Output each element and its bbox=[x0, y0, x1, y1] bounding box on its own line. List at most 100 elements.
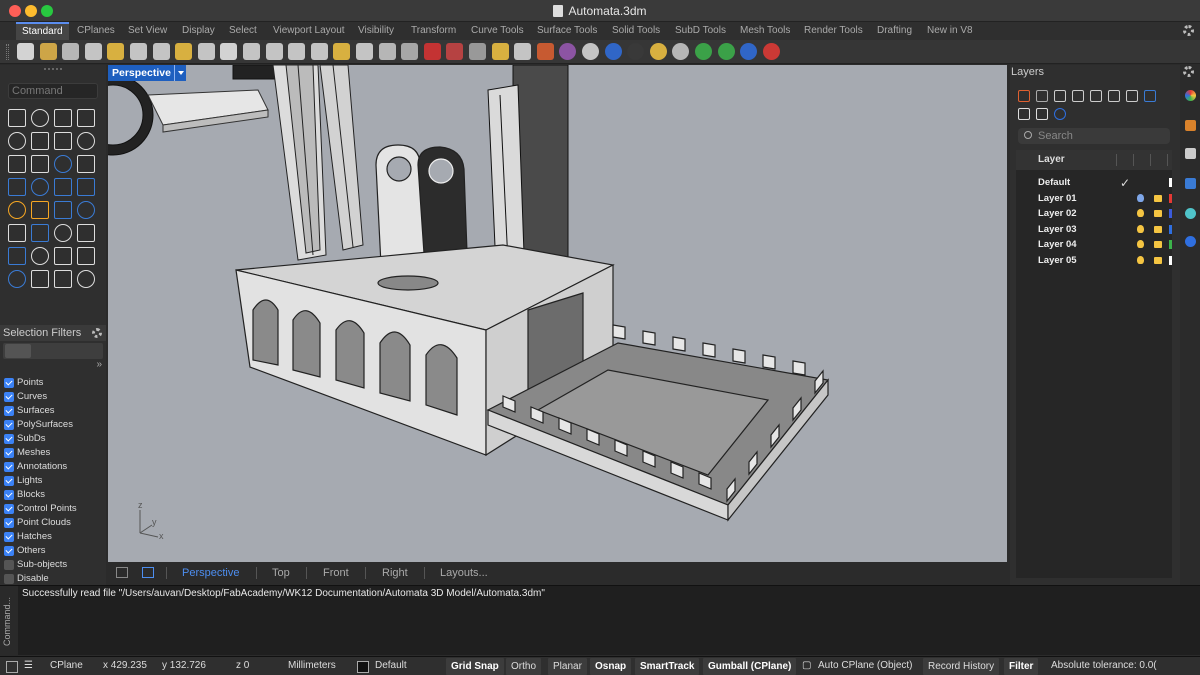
checkbox-subds[interactable] bbox=[4, 434, 14, 444]
sphere-icon[interactable] bbox=[582, 43, 599, 60]
rendered-car-icon[interactable] bbox=[446, 43, 464, 60]
cloud-icon[interactable] bbox=[1185, 208, 1196, 219]
explode-icon[interactable] bbox=[31, 201, 49, 219]
checkbox-lights[interactable] bbox=[4, 476, 14, 486]
checkbox-point-clouds[interactable] bbox=[4, 518, 14, 528]
layer-color-swatch[interactable] bbox=[1169, 178, 1172, 187]
lock-icon[interactable] bbox=[1154, 241, 1162, 248]
filter-button[interactable]: Filter bbox=[1004, 658, 1039, 675]
globe-icon[interactable] bbox=[717, 43, 735, 60]
checkbox-blocks[interactable] bbox=[4, 490, 14, 500]
checkbox-polysurfaces[interactable] bbox=[4, 420, 14, 430]
grid-snap-button[interactable]: Grid Snap bbox=[446, 658, 504, 675]
material-sphere-icon[interactable] bbox=[627, 43, 645, 60]
filter-tab-target-icon[interactable] bbox=[5, 344, 31, 358]
viewport-title[interactable]: Perspective bbox=[108, 65, 175, 81]
tab-layouts[interactable]: Layouts... bbox=[440, 565, 488, 581]
list-icon[interactable]: ☰ bbox=[24, 660, 33, 671]
expand-more-icon[interactable]: » bbox=[96, 359, 102, 370]
lock-icon[interactable] bbox=[1154, 210, 1162, 217]
viewport-menu-chevron-down-icon[interactable] bbox=[174, 65, 186, 81]
dimension-icon[interactable] bbox=[672, 43, 690, 60]
layers-gear-icon[interactable] bbox=[1183, 66, 1194, 77]
box-outline-icon[interactable] bbox=[77, 155, 95, 173]
layer-row-02[interactable]: Layer 02 bbox=[1016, 206, 1172, 221]
cut-icon[interactable] bbox=[130, 43, 147, 60]
toolbar-grip[interactable] bbox=[6, 44, 9, 60]
checkbox-disable[interactable] bbox=[4, 574, 14, 584]
checkbox-sub-objects[interactable] bbox=[4, 560, 14, 570]
arc-icon[interactable] bbox=[54, 132, 72, 150]
display-panel-icon[interactable] bbox=[1185, 178, 1196, 189]
planar-button[interactable]: Planar bbox=[548, 658, 587, 675]
bulb-icon[interactable] bbox=[1137, 240, 1144, 248]
zoom-selected-icon[interactable] bbox=[333, 43, 351, 60]
tab-front[interactable]: Front bbox=[323, 565, 349, 581]
new-sublayer-icon[interactable] bbox=[1036, 90, 1048, 102]
zoom-icon[interactable] bbox=[265, 43, 283, 60]
status-layer[interactable]: Default bbox=[375, 660, 407, 671]
sun-icon[interactable] bbox=[649, 43, 667, 60]
paste-icon[interactable] bbox=[175, 43, 193, 60]
curve-icon[interactable] bbox=[469, 43, 486, 60]
chat-icon[interactable] bbox=[762, 43, 780, 60]
layer-row-01[interactable]: Layer 01 bbox=[1016, 191, 1172, 206]
collapse-icon[interactable] bbox=[1126, 90, 1138, 102]
checkbox-control-points[interactable] bbox=[4, 504, 14, 514]
filter-lights[interactable]: Lights bbox=[4, 474, 104, 488]
viewport-grid-icon[interactable] bbox=[116, 567, 128, 578]
checkbox-surfaces[interactable] bbox=[4, 406, 14, 416]
checkbox-curves[interactable] bbox=[4, 392, 14, 402]
layer-search-input[interactable]: Search bbox=[1018, 128, 1170, 144]
point-icon[interactable] bbox=[31, 109, 49, 127]
open-icon[interactable] bbox=[39, 43, 57, 60]
tabs-gear-icon[interactable] bbox=[1183, 25, 1194, 36]
filter-point-clouds[interactable]: Point Clouds bbox=[4, 516, 104, 530]
selection-filters-gear-icon[interactable] bbox=[92, 328, 102, 338]
tab-drafting[interactable]: Drafting bbox=[871, 22, 918, 40]
tab-viewport-layout[interactable]: Viewport Layout bbox=[267, 22, 351, 40]
lock-icon[interactable] bbox=[1154, 257, 1162, 264]
layer-color-swatch[interactable] bbox=[1169, 194, 1172, 203]
list-view-icon[interactable] bbox=[1036, 108, 1048, 120]
tab-cplanes[interactable]: CPlanes bbox=[71, 22, 121, 40]
smarttrack-button[interactable]: SmartTrack bbox=[635, 658, 700, 675]
new-layer-icon[interactable] bbox=[1018, 90, 1030, 102]
help-icon[interactable] bbox=[740, 43, 758, 60]
layer-color-swatch[interactable] bbox=[1169, 209, 1172, 218]
tab-render-tools[interactable]: Render Tools bbox=[798, 22, 869, 40]
group-icon[interactable] bbox=[8, 270, 26, 288]
new-icon[interactable] bbox=[17, 43, 34, 60]
filter-polysurfaces[interactable]: PolySurfaces bbox=[4, 418, 104, 432]
copy-icon[interactable] bbox=[152, 43, 170, 60]
freeform-icon[interactable] bbox=[54, 155, 72, 173]
tab-surface-tools[interactable]: Surface Tools bbox=[531, 22, 603, 40]
filter-control-points[interactable]: Control Points bbox=[4, 502, 104, 516]
layer-row-03[interactable]: Layer 03 bbox=[1016, 222, 1172, 237]
command-input[interactable]: Command bbox=[8, 83, 98, 99]
layer-color-icon[interactable] bbox=[357, 661, 369, 673]
color-wheel-icon[interactable] bbox=[1185, 90, 1196, 101]
bulb-icon[interactable] bbox=[1137, 225, 1144, 233]
checkbox-hatches[interactable] bbox=[4, 532, 14, 542]
filter-points[interactable]: Points bbox=[4, 376, 104, 390]
layer-icon[interactable] bbox=[536, 43, 554, 60]
text-icon[interactable] bbox=[8, 247, 26, 265]
checkbox-others[interactable] bbox=[4, 546, 14, 556]
polyline-icon[interactable] bbox=[54, 109, 72, 127]
checkbox-annotations[interactable] bbox=[4, 462, 14, 472]
status-units[interactable]: Millimeters bbox=[288, 660, 336, 671]
box-icon[interactable] bbox=[8, 178, 26, 196]
delete-layer-icon[interactable] bbox=[1054, 90, 1066, 102]
move-up-icon[interactable] bbox=[1090, 90, 1102, 102]
filter-icon[interactable] bbox=[1144, 90, 1156, 102]
filter-others[interactable]: Others bbox=[4, 544, 104, 558]
move-down-icon[interactable] bbox=[1108, 90, 1120, 102]
layer-color-swatch[interactable] bbox=[1169, 256, 1172, 265]
circle-icon[interactable] bbox=[8, 132, 26, 150]
layer-color-swatch[interactable] bbox=[1169, 225, 1172, 234]
command-panel-tab[interactable]: Command... bbox=[0, 586, 18, 656]
filter-annotations[interactable]: Annotations bbox=[4, 460, 104, 474]
render-panel-icon[interactable] bbox=[1185, 236, 1196, 247]
color-wheel-icon[interactable] bbox=[559, 43, 577, 60]
